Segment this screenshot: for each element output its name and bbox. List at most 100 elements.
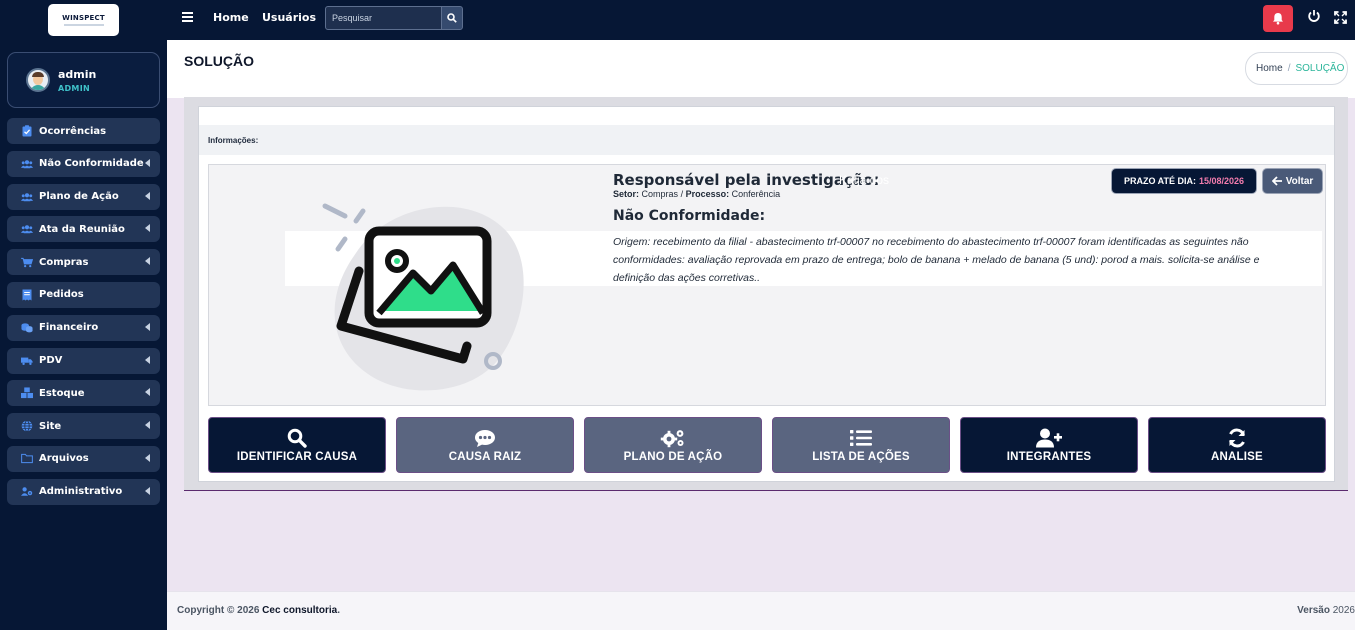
sidebar-item-label: Estoque xyxy=(39,387,85,399)
sidebar-item-ata-da-reuniao[interactable]: Ata da Reunião xyxy=(7,216,160,243)
globe-icon xyxy=(21,420,33,432)
processo-separator: / xyxy=(680,189,684,199)
expand-icon xyxy=(1334,11,1347,24)
bell-icon xyxy=(1273,13,1283,25)
deadline-label: PRAZO ATÉ DIA: xyxy=(1123,176,1196,186)
chevron-left-icon xyxy=(145,355,150,364)
avatar xyxy=(26,68,50,92)
version-label: Versão xyxy=(1297,605,1330,616)
solution-card: Informações: Responsável pela investigaç… xyxy=(184,97,1348,491)
menu-toggle-icon[interactable] xyxy=(182,12,193,22)
breadcrumb: Home / SOLUÇÃO xyxy=(1245,52,1348,85)
identificar-causa-label: IDENTIFICAR CAUSA xyxy=(236,451,358,463)
sidebar-item-estoque[interactable]: Estoque xyxy=(7,380,160,407)
lista-de-acoes-label: LISTA DE AÇÕES xyxy=(812,451,910,463)
brand-logo-underline xyxy=(63,24,104,26)
chevron-left-icon xyxy=(145,421,150,430)
search-icon xyxy=(287,427,307,449)
sidebar-item-site[interactable]: Site xyxy=(7,413,160,440)
chevron-left-icon xyxy=(145,388,150,397)
cogs-icon xyxy=(660,427,686,449)
list-icon xyxy=(850,427,872,449)
boxes-icon xyxy=(21,387,33,399)
sidebar: WINSPECT admin ADMIN Ocorrências Não Con… xyxy=(0,0,167,630)
responsavel-name: Katja dos xyxy=(839,173,890,187)
sidebar-item-label: Ocorrências xyxy=(39,125,107,137)
sidebar-item-arquivos[interactable]: Arquivos xyxy=(7,445,160,472)
user-info: admin ADMIN xyxy=(58,68,96,93)
nav-link-home[interactable]: Home xyxy=(213,11,249,24)
chevron-left-icon xyxy=(145,257,150,266)
causa-raiz-button[interactable]: CAUSA RAIZ xyxy=(396,417,574,473)
users-icon xyxy=(21,158,33,170)
copyright-text: Copyright © 2026 xyxy=(177,605,260,616)
deadline-badge: PRAZO ATÉ DIA: 15/08/2026 xyxy=(1111,168,1257,194)
sidebar-menu: Ocorrências Não Conformidade Plano de Aç… xyxy=(7,118,160,512)
causa-raiz-label: CAUSA RAIZ xyxy=(448,451,522,463)
analise-label: ANALISE xyxy=(1211,451,1263,463)
sidebar-item-label: Plano de Ação xyxy=(39,191,119,203)
integrantes-label: INTEGRANTES xyxy=(1006,451,1092,463)
logout-button[interactable] xyxy=(1307,8,1321,22)
clipboard-check-icon xyxy=(21,125,33,137)
arrow-left-icon xyxy=(1271,176,1282,186)
content-header: SOLUÇÃO Home / SOLUÇÃO xyxy=(167,40,1355,98)
chevron-left-icon xyxy=(145,453,150,462)
sidebar-item-plano-de-acao[interactable]: Plano de Ação xyxy=(7,183,160,210)
sidebar-item-label: PDV xyxy=(39,355,63,367)
sidebar-item-administrativo[interactable]: Administrativo xyxy=(7,478,160,505)
lista-de-acoes-button[interactable]: LISTA DE AÇÕES xyxy=(772,417,950,473)
breadcrumb-home-link[interactable]: Home xyxy=(1256,63,1283,74)
info-section-label: Informações: xyxy=(208,136,259,145)
plano-de-acao-button[interactable]: PLANO DE AÇÃO xyxy=(584,417,762,473)
users-icon xyxy=(21,223,33,235)
identificar-causa-button[interactable]: IDENTIFICAR CAUSA xyxy=(208,417,386,473)
sidebar-item-label: Administrativo xyxy=(39,486,123,498)
image-placeholder-icon xyxy=(322,203,524,391)
version-info: Versão 2026 xyxy=(1297,605,1355,616)
setor-label: Setor: xyxy=(613,189,640,199)
chevron-left-icon xyxy=(145,158,150,167)
users-icon xyxy=(21,191,33,203)
footer: Copyright © 2026 Cec consultoria. Versão… xyxy=(167,591,1355,630)
brand-logo[interactable]: WINSPECT xyxy=(48,4,119,36)
sidebar-item-label: Não Conformidade xyxy=(39,158,144,170)
search-input[interactable] xyxy=(325,6,442,30)
processo-label: Processo: xyxy=(685,189,730,199)
user-role: ADMIN xyxy=(58,83,90,93)
deadline-date: 15/08/2026 xyxy=(1198,176,1245,186)
back-button-label: Voltar xyxy=(1285,175,1314,187)
brand-logo-text: WINSPECT xyxy=(62,14,105,22)
search-button[interactable] xyxy=(441,6,463,30)
sidebar-item-pdv[interactable]: PDV xyxy=(7,347,160,374)
sidebar-item-label: Ata da Reunião xyxy=(39,223,125,235)
analise-button[interactable]: ANALISE xyxy=(1148,417,1326,473)
sidebar-item-nao-conformidade[interactable]: Não Conformidade xyxy=(7,150,160,177)
page-title: SOLUÇÃO xyxy=(184,53,254,69)
nav-link-usuarios[interactable]: Usuários xyxy=(262,11,316,24)
user-panel[interactable]: admin ADMIN xyxy=(7,52,160,108)
power-icon xyxy=(1308,10,1320,22)
cart-icon xyxy=(21,256,33,268)
company-link[interactable]: Cec consultoria xyxy=(262,605,337,616)
search-icon xyxy=(447,13,457,23)
version-value: 2026 xyxy=(1332,605,1355,616)
sidebar-item-ocorrencias[interactable]: Ocorrências xyxy=(7,118,160,144)
receipt-icon xyxy=(21,289,33,301)
sync-icon xyxy=(1227,427,1247,449)
folder-icon xyxy=(21,453,33,465)
back-button[interactable]: Voltar xyxy=(1262,168,1323,194)
fullscreen-button[interactable] xyxy=(1334,9,1347,24)
sidebar-item-financeiro[interactable]: Financeiro xyxy=(7,314,160,341)
comment-dots-icon xyxy=(474,427,496,449)
breadcrumb-separator: / xyxy=(1287,63,1291,74)
coins-icon xyxy=(21,322,33,334)
sidebar-item-compras[interactable]: Compras xyxy=(7,249,160,276)
notifications-button[interactable] xyxy=(1263,5,1293,32)
sidebar-item-pedidos[interactable]: Pedidos xyxy=(7,281,160,308)
origem-description: Origem: recebimento da filial - abasteci… xyxy=(613,236,1260,284)
processo-value: Conferência xyxy=(731,189,781,199)
info-section-header: Informações: xyxy=(199,125,1334,155)
users-cog-icon xyxy=(21,486,33,498)
integrantes-button[interactable]: INTEGRANTES xyxy=(960,417,1138,473)
